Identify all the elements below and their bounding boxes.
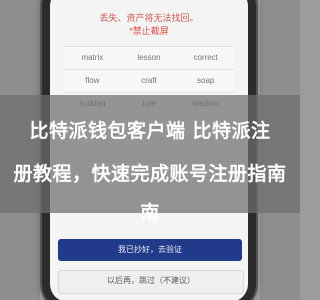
warning-line-1: 丢失、资产将无法找回。 [99,13,199,23]
mnemonic-word: matrix [81,53,104,62]
mnemonic-row: matrix lesson correct [64,47,234,70]
watermark-line-1: 比特派钱包客户端 比特派注 [29,120,271,142]
mnemonic-word: soap [197,76,215,85]
mnemonic-row: flow craft soap [64,70,234,93]
backup-warning: 丢失、资产将无法找回。 *禁止截屏 [50,12,248,38]
verify-backup-button[interactable]: 我已抄好，去验证 [58,239,242,261]
watermark-line-3: 南 [140,202,160,224]
mnemonic-word: flow [85,76,100,85]
screenshot-scene: 丢失、资产将无法找回。 *禁止截屏 matrix lesson correct … [0,0,300,300]
mnemonic-word: correct [193,53,218,62]
mnemonic-word: lesson [137,53,161,62]
mnemonic-word: craft [141,76,157,85]
watermark-line-2: 册教程，快速完成账号注册指南 [13,163,287,185]
skip-backup-button[interactable]: 以后再，跳过（不建议） [58,270,244,294]
watermark-band [0,95,300,213]
warning-line-2: *禁止截屏 [129,26,169,36]
